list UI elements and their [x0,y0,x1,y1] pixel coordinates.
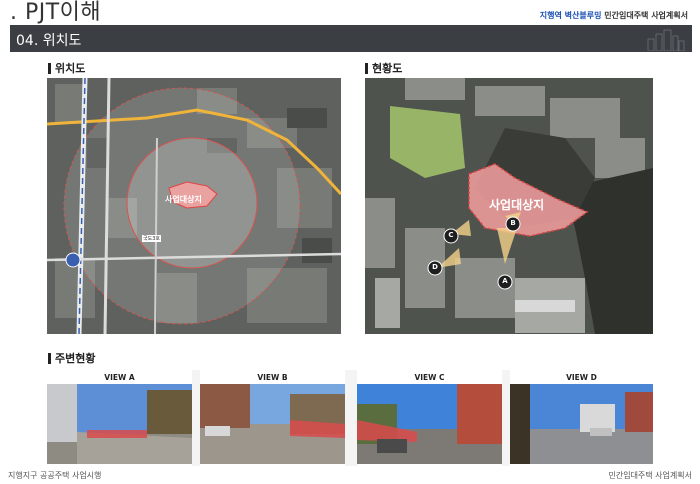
view-b-photo [200,384,345,464]
section-band: 04. 위치도 [10,25,692,52]
view-b: VIEW B [200,370,345,466]
chapter-title: . PJT이해 [10,0,102,25]
project-name: 지행역 벽산블루밍 민간임대주택 사업계획서 [540,10,688,21]
section-title: 04. 위치도 [16,33,82,49]
footer-left-text: 지행지구 공공주택 사업시행 [8,471,102,480]
view-d: VIEW D [510,370,653,466]
location-map: 사업대상지 국도3호 [47,78,341,334]
location-map-heading: 위치도 [48,60,85,76]
view-marker-c: C [448,231,454,239]
view-c-photo [357,384,502,464]
status-map: 사업대상지 A B C D [365,78,653,334]
project-name-highlight: 지행역 벽산블루밍 [539,11,602,20]
location-site-label: 사업대상지 [165,195,202,204]
view-marker-b: B [510,219,516,227]
view-a: VIEW A [47,370,192,466]
location-map-image [47,78,341,334]
view-c: VIEW C [357,370,502,466]
view-marker-a: A [502,277,508,285]
view-c-label: VIEW C [414,373,445,382]
document-page: . PJT이해 지행역 벽산블루밍 민간임대주택 사업계획서 04. 위치도 위… [0,0,700,484]
footer-right-text: 민간임대주택 사업계획서 [608,471,692,480]
view-marker-d: D [432,263,438,271]
view-b-label: VIEW B [257,373,288,382]
view-d-photo [510,384,653,464]
view-a-label: VIEW A [104,373,135,382]
status-site-label: 사업대상지 [489,198,545,212]
surroundings-heading: 주변현황 [48,350,95,366]
page-header: . PJT이해 지행역 벽산블루밍 민간임대주택 사업계획서 [10,0,692,25]
view-a-photo [47,384,192,464]
project-name-rest: 민간임대주택 사업계획서 [601,11,688,20]
status-map-heading: 현황도 [365,60,402,76]
surroundings-photos: VIEW A VIEW B VIEW C VIEW D [47,370,653,466]
building-skyline-icon [647,29,685,51]
view-d-label: VIEW D [566,373,597,382]
road-tag: 국도3호 [142,235,161,242]
